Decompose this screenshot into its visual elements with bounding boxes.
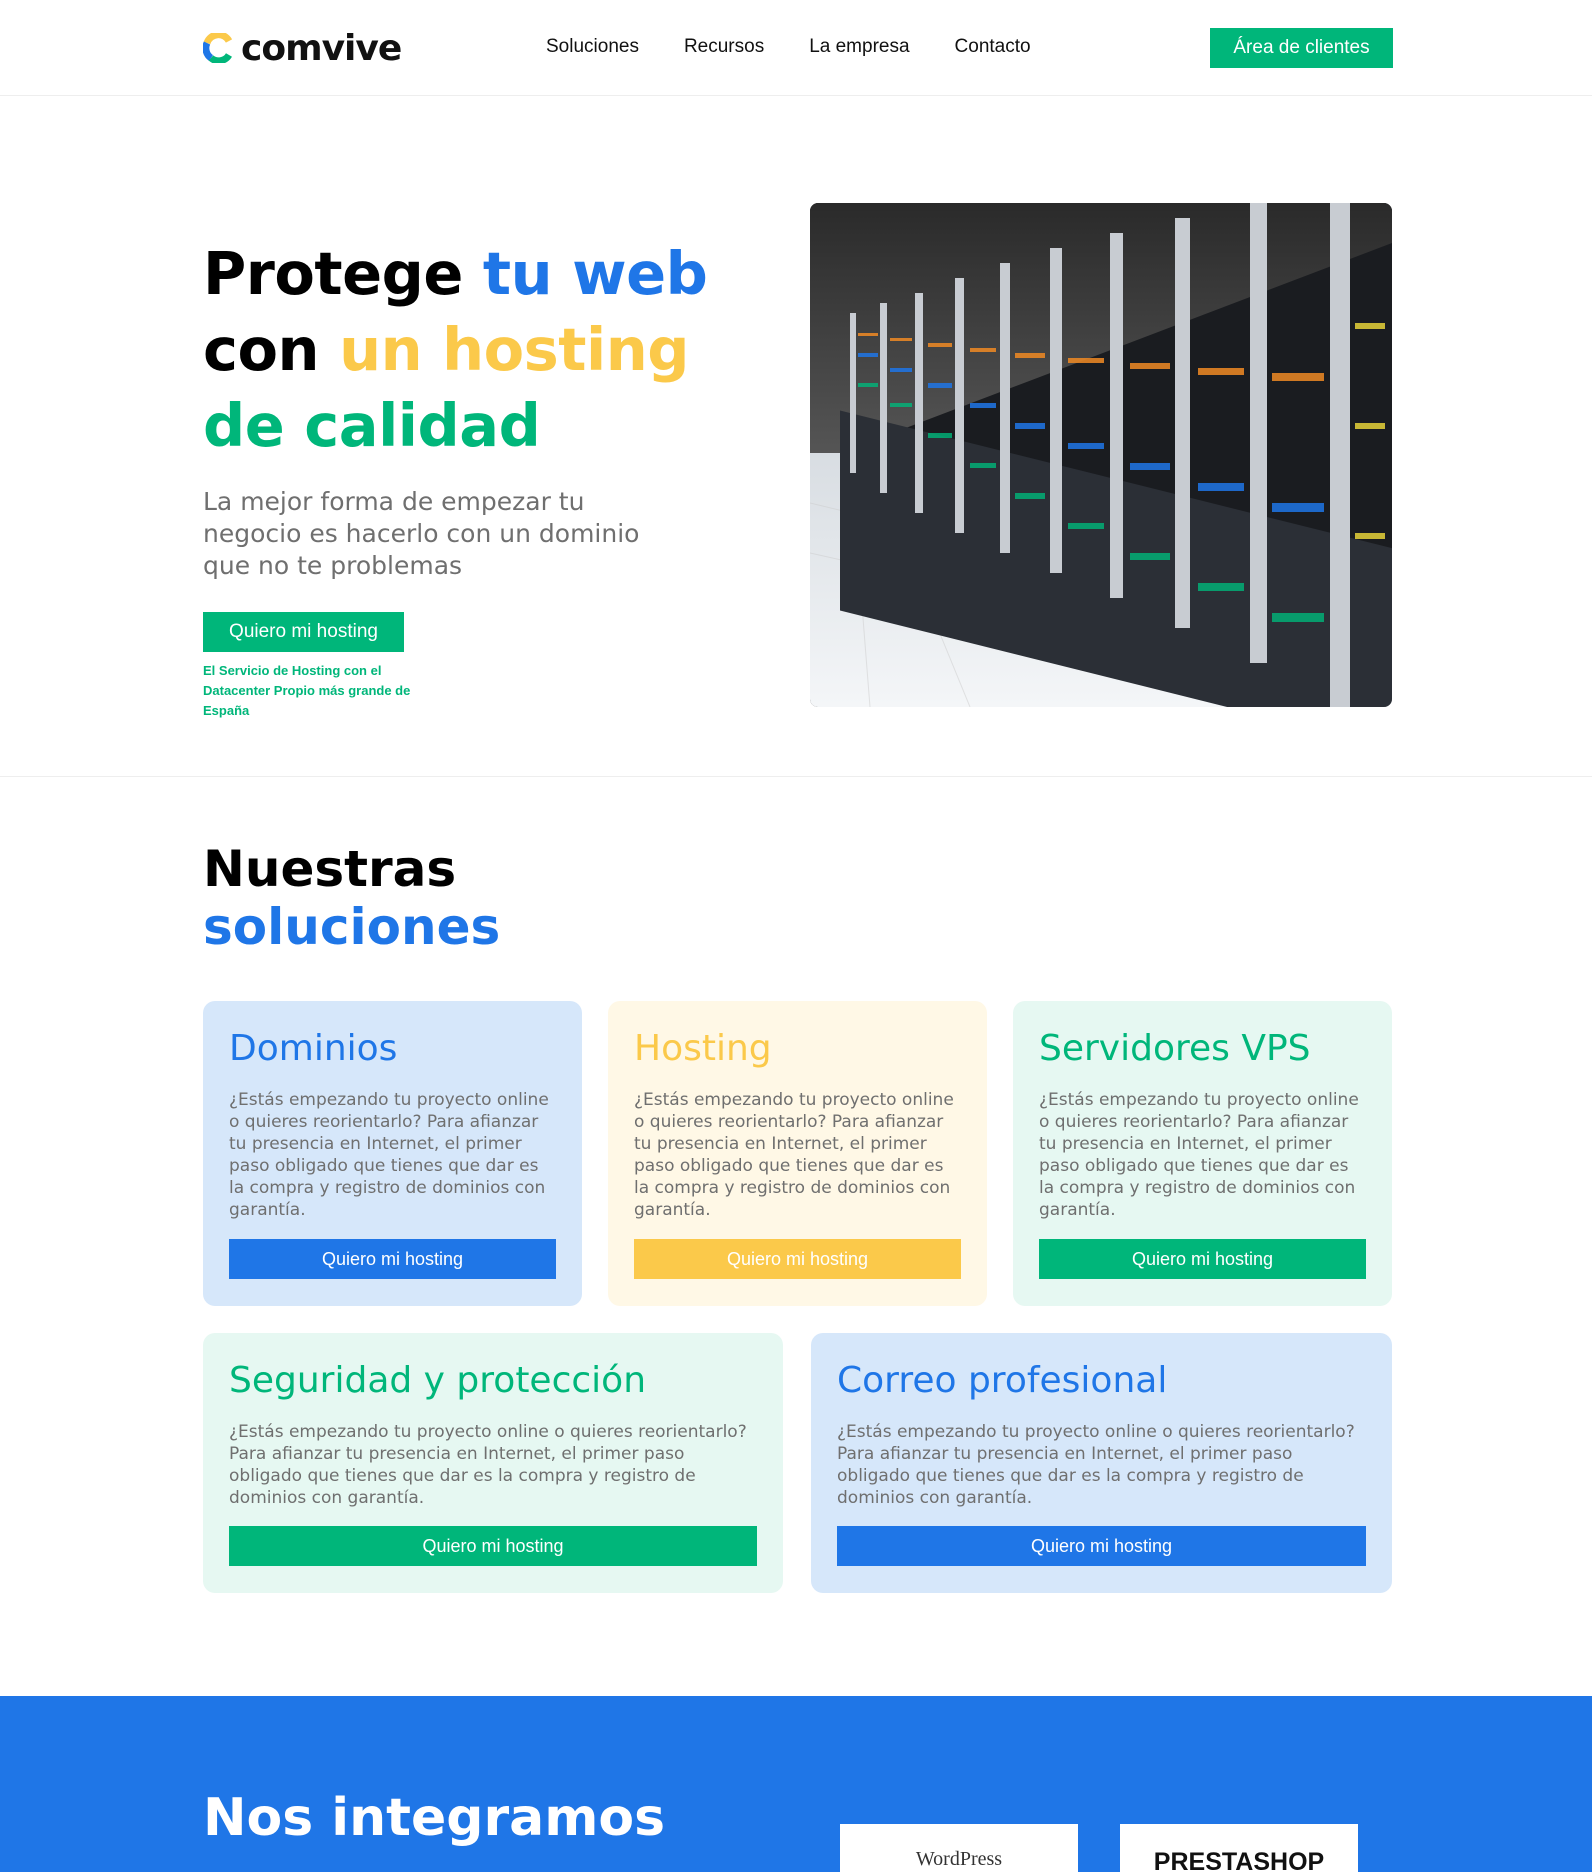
site-header: comvive Soluciones Recursos La empresa C… <box>0 0 1592 96</box>
solutions-title-line1: Nuestras <box>203 840 457 898</box>
card-title: Servidores VPS <box>1039 1028 1311 1069</box>
card-cta-button[interactable]: Quiero mi hosting <box>229 1526 757 1566</box>
hero-title: Protege tu web con un hosting de calidad <box>203 236 708 464</box>
partner-name: WordPress <box>915 1848 1003 1870</box>
partner-name: PRESTASHOP <box>1153 1848 1325 1872</box>
card-cta-button[interactable]: Quiero mi hosting <box>229 1239 556 1279</box>
card-text: ¿Estás empezando tu proyecto online o qu… <box>1039 1090 1359 1220</box>
brand-logo[interactable]: comvive <box>203 26 402 70</box>
hero-subtitle: La mejor forma de empezar tu negocio es … <box>203 487 640 580</box>
hero-title-part: Protege <box>203 239 483 308</box>
brand-name: comvive <box>241 27 402 69</box>
solution-card-hosting: Hosting ¿Estás empezando tu proyecto onl… <box>608 1001 987 1306</box>
hero-title-part: con <box>203 315 340 384</box>
card-title: Dominios <box>229 1028 398 1069</box>
comvive-logo-icon <box>203 33 233 63</box>
nav-contacto[interactable]: Contacto <box>955 36 1031 58</box>
client-area-button[interactable]: Área de clientes <box>1210 28 1393 68</box>
card-title: Seguridad y protección <box>229 1360 647 1401</box>
card-title: Correo profesional <box>837 1360 1168 1401</box>
hero-cta-button[interactable]: Quiero mi hosting <box>203 612 404 652</box>
card-cta-button[interactable]: Quiero mi hosting <box>1039 1239 1366 1279</box>
solution-card-correo: Correo profesional ¿Estás empezando tu p… <box>811 1333 1392 1593</box>
hero-title-highlight-yellow: un hosting <box>339 315 689 384</box>
solution-card-seguridad: Seguridad y protección ¿Estás empezando … <box>203 1333 783 1593</box>
solutions-title-line2: soluciones <box>203 898 501 956</box>
hero-note: El Servicio de Hosting con el Datacenter… <box>203 663 411 718</box>
solution-card-dominios: Dominios ¿Estás empezando tu proyecto on… <box>203 1001 582 1306</box>
section-divider <box>0 776 1592 777</box>
hero-title-highlight-blue: tu web <box>482 239 708 308</box>
nav-soluciones[interactable]: Soluciones <box>546 36 639 58</box>
partner-logo-wordpress: WordPress <box>840 1824 1078 1872</box>
card-text: ¿Estás empezando tu proyecto online o qu… <box>229 1090 549 1220</box>
solutions-title: Nuestras soluciones <box>203 840 500 956</box>
partner-logo-prestashop: PRESTASHOP <box>1120 1824 1358 1872</box>
datacenter-image <box>810 203 1392 707</box>
integrations-section: Nos integramos WordPress PRESTASHOP <box>0 1696 1592 1872</box>
solution-card-vps: Servidores VPS ¿Estás empezando tu proye… <box>1013 1001 1392 1306</box>
card-text: ¿Estás empezando tu proyecto online o qu… <box>837 1422 1355 1508</box>
datacenter-illustration <box>810 203 1392 707</box>
integrations-title: Nos integramos <box>203 1788 666 1848</box>
nav-recursos[interactable]: Recursos <box>684 36 764 58</box>
card-cta-button[interactable]: Quiero mi hosting <box>837 1526 1366 1566</box>
card-text: ¿Estás empezando tu proyecto online o qu… <box>229 1422 747 1508</box>
card-cta-button[interactable]: Quiero mi hosting <box>634 1239 961 1279</box>
main-nav: Soluciones Recursos La empresa Contacto <box>546 36 1076 58</box>
card-title: Hosting <box>634 1028 772 1069</box>
hero-title-highlight-green: de calidad <box>203 391 541 460</box>
card-text: ¿Estás empezando tu proyecto online o qu… <box>634 1090 954 1220</box>
nav-la-empresa[interactable]: La empresa <box>809 36 909 58</box>
